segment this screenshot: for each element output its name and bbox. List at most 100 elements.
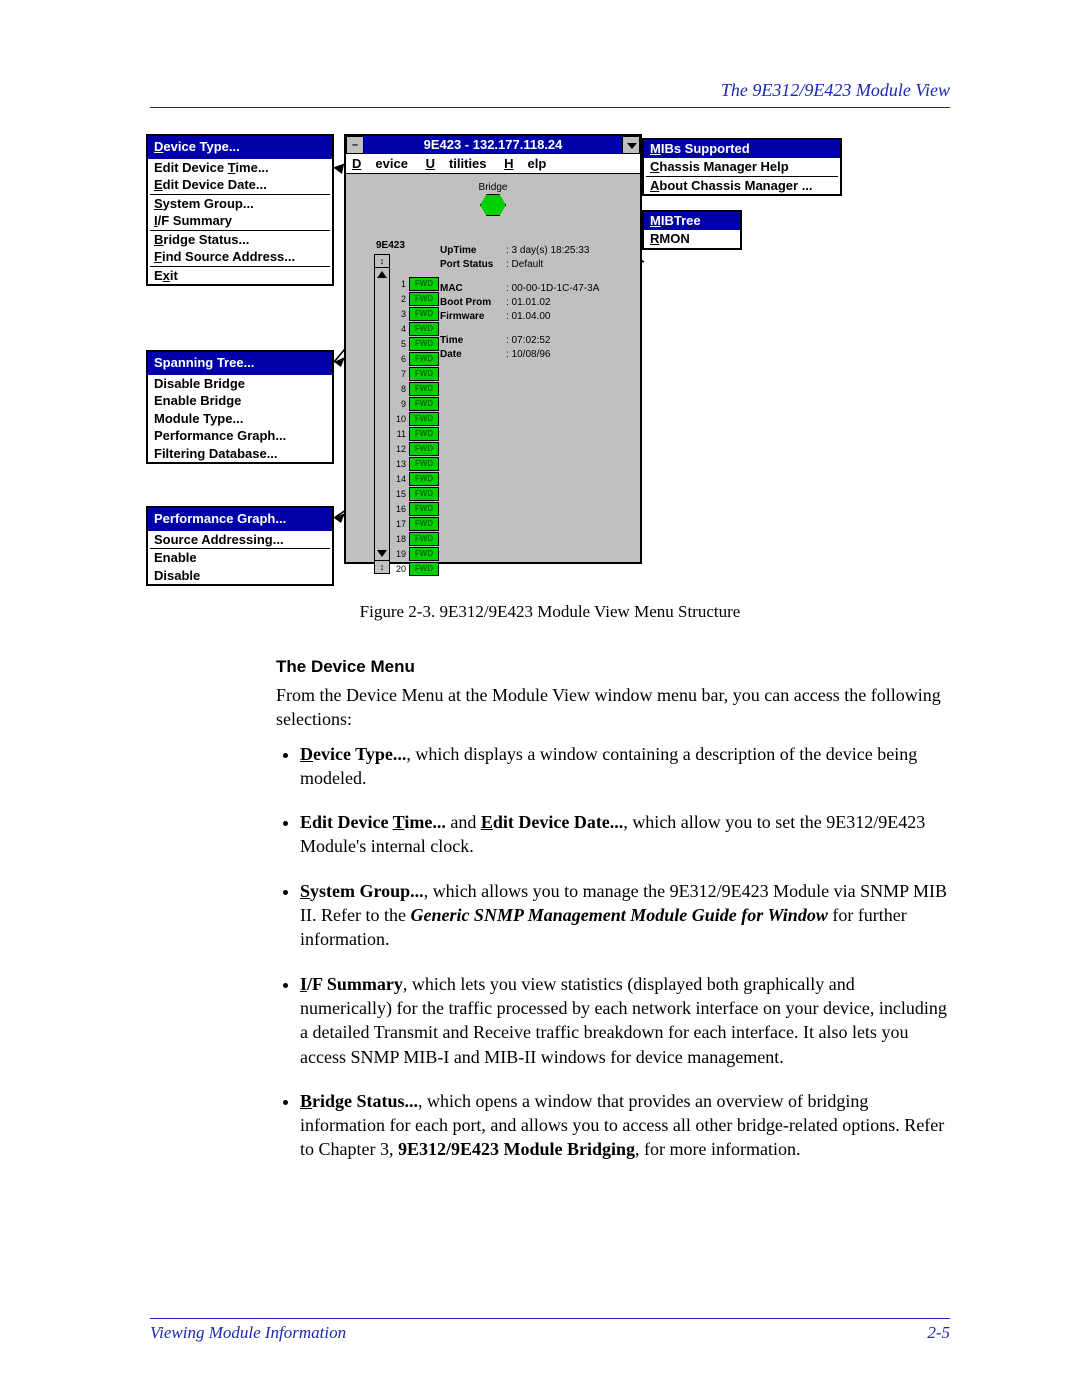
port-row[interactable]: 1FWD	[394, 276, 439, 291]
port-row[interactable]: 15FWD	[394, 486, 439, 501]
port-fwd-indicator[interactable]: FWD	[409, 277, 439, 291]
edit-device-time-item[interactable]: Edit Device Time...	[148, 159, 332, 177]
system-group-item[interactable]: System Group...	[148, 195, 332, 213]
module-view-window[interactable]: 9E423 - 132.177.118.24 Device Utilities …	[344, 134, 642, 564]
performance-graph-item[interactable]: Performance Graph...	[148, 427, 332, 445]
port-fwd-indicator[interactable]: FWD	[409, 502, 439, 516]
port-fwd-indicator[interactable]: FWD	[409, 352, 439, 366]
disable-bridge-item[interactable]: Disable Bridge	[148, 375, 332, 393]
port-list: 1FWD2FWD3FWD4FWD5FWD6FWD7FWD8FWD9FWD10FW…	[394, 276, 439, 576]
scroll-down-icon[interactable]: ↕	[375, 560, 389, 573]
mibtree-header[interactable]: MIBTree	[644, 212, 740, 230]
port-fwd-indicator[interactable]: FWD	[409, 562, 439, 576]
port-number: 3	[394, 309, 408, 319]
bridge-status-item[interactable]: Bridge Status...	[148, 231, 332, 249]
minimize-icon[interactable]	[622, 136, 640, 154]
menubar-device[interactable]: Device	[352, 156, 408, 171]
port-row[interactable]: 6FWD	[394, 351, 439, 366]
port-row[interactable]: 2FWD	[394, 291, 439, 306]
exit-item[interactable]: Exit	[148, 267, 332, 285]
port-fwd-indicator[interactable]: FWD	[409, 292, 439, 306]
port-number: 7	[394, 369, 408, 379]
menubar-help[interactable]: Help	[504, 156, 546, 171]
rmon-item[interactable]: RMON	[644, 230, 740, 248]
bullet-device-type: Device Type..., which displays a window …	[300, 742, 950, 791]
footer-right: 2-5	[927, 1323, 950, 1343]
figure-2-3: Device Type... Edit Device Time... Edit …	[146, 134, 938, 588]
spanning-tree-menu[interactable]: Spanning Tree... Disable Bridge Enable B…	[146, 350, 334, 484]
port-fwd-indicator[interactable]: FWD	[409, 322, 439, 336]
menubar-utilities[interactable]: Utilities	[426, 156, 487, 171]
spanning-tree-header[interactable]: Spanning Tree...	[148, 352, 332, 375]
scroll-up-icon[interactable]: ↕	[375, 255, 389, 268]
port-row[interactable]: 10FWD	[394, 411, 439, 426]
port-row[interactable]: 19FWD	[394, 546, 439, 561]
mibs-supported-header[interactable]: MIBs Supported	[644, 140, 840, 158]
port-row[interactable]: 4FWD	[394, 321, 439, 336]
port-fwd-indicator[interactable]: FWD	[409, 337, 439, 351]
chassis-manager-help-item[interactable]: Chassis Manager Help	[644, 158, 840, 176]
port-row[interactable]: 18FWD	[394, 531, 439, 546]
port-fwd-indicator[interactable]: FWD	[409, 547, 439, 561]
about-chassis-manager-item[interactable]: About Chassis Manager ...	[644, 177, 840, 195]
time-label: Time	[440, 334, 502, 348]
port-number: 4	[394, 324, 408, 334]
port-fwd-indicator[interactable]: FWD	[409, 517, 439, 531]
date-label: Date	[440, 348, 502, 362]
source-addressing-item[interactable]: Source Addressing...	[148, 531, 332, 549]
port-fwd-indicator[interactable]: FWD	[409, 382, 439, 396]
device-type-menu[interactable]: Device Type... Edit Device Time... Edit …	[146, 134, 334, 306]
port-fwd-indicator[interactable]: FWD	[409, 442, 439, 456]
port-fwd-indicator[interactable]: FWD	[409, 532, 439, 546]
port-fwd-indicator[interactable]: FWD	[409, 487, 439, 501]
bridge-hex-icon[interactable]	[480, 194, 506, 216]
enable-item[interactable]: Enable	[148, 549, 332, 567]
help-submenu[interactable]: MIBs Supported Chassis Manager Help Abou…	[642, 138, 842, 196]
port-number: 1	[394, 279, 408, 289]
port-row[interactable]: 12FWD	[394, 441, 439, 456]
port-status-label: Port Status	[440, 258, 502, 272]
module-window-menubar[interactable]: Device Utilities Help	[346, 154, 640, 174]
port-row[interactable]: 5FWD	[394, 336, 439, 351]
footer-left: Viewing Module Information	[150, 1323, 346, 1343]
system-menu-icon[interactable]	[346, 136, 364, 154]
uptime-label: UpTime	[440, 244, 502, 258]
port-fwd-indicator[interactable]: FWD	[409, 472, 439, 486]
port-row[interactable]: 17FWD	[394, 516, 439, 531]
port-row[interactable]: 11FWD	[394, 426, 439, 441]
port-fwd-indicator[interactable]: FWD	[409, 427, 439, 441]
port-number: 13	[394, 459, 408, 469]
scroll-tri-down-icon[interactable]	[375, 547, 389, 559]
perf-graph-header[interactable]: Performance Graph...	[148, 508, 332, 531]
device-type-header[interactable]: Device Type...	[148, 136, 332, 159]
utilities-submenu[interactable]: MIBTree RMON	[642, 210, 742, 250]
edit-device-date-item[interactable]: Edit Device Date...	[148, 176, 332, 194]
module-label: 9E423	[376, 240, 405, 251]
port-scrollbar[interactable]: ↕ ↕	[374, 254, 390, 574]
disable-item[interactable]: Disable	[148, 567, 332, 585]
port-row[interactable]: 7FWD	[394, 366, 439, 381]
port-fwd-indicator[interactable]: FWD	[409, 412, 439, 426]
port-fwd-indicator[interactable]: FWD	[409, 307, 439, 321]
port-row[interactable]: 13FWD	[394, 456, 439, 471]
filtering-database-item[interactable]: Filtering Database...	[148, 445, 332, 463]
enable-bridge-item[interactable]: Enable Bridge	[148, 392, 332, 410]
module-window-titlebar[interactable]: 9E423 - 132.177.118.24	[346, 136, 640, 154]
if-summary-item[interactable]: I/F Summary	[148, 212, 332, 230]
date-value: : 10/08/96	[506, 348, 550, 362]
port-fwd-indicator[interactable]: FWD	[409, 397, 439, 411]
scroll-tri-up-icon[interactable]	[375, 268, 389, 280]
port-row[interactable]: 16FWD	[394, 501, 439, 516]
performance-graph-menu[interactable]: Performance Graph... Source Addressing..…	[146, 506, 334, 606]
port-row[interactable]: 14FWD	[394, 471, 439, 486]
module-type-item[interactable]: Module Type...	[148, 410, 332, 428]
port-fwd-indicator[interactable]: FWD	[409, 367, 439, 381]
port-row[interactable]: 9FWD	[394, 396, 439, 411]
port-row[interactable]: 8FWD	[394, 381, 439, 396]
port-row[interactable]: 20FWD	[394, 561, 439, 576]
bootprom-value: : 01.01.02	[506, 296, 550, 310]
port-fwd-indicator[interactable]: FWD	[409, 457, 439, 471]
find-source-address-item[interactable]: Find Source Address...	[148, 248, 332, 266]
mac-value: : 00-00-1D-1C-47-3A	[506, 282, 599, 296]
port-row[interactable]: 3FWD	[394, 306, 439, 321]
